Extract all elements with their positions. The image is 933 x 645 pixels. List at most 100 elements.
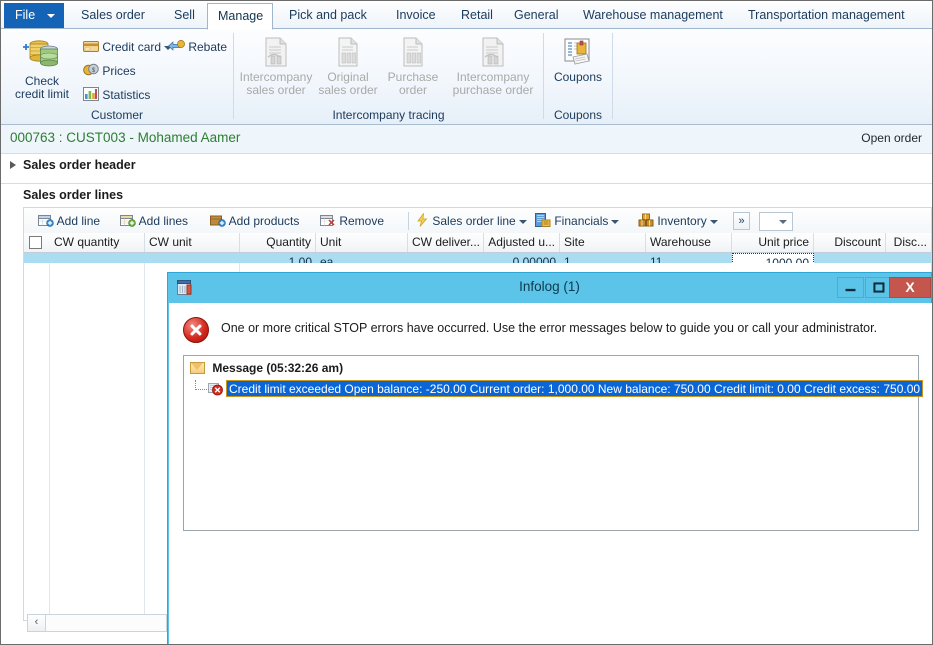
sales-order-header-section[interactable]: Sales order header xyxy=(1,153,932,177)
coupons-button[interactable]: Coupons xyxy=(546,35,610,84)
purchase-order-line2: order xyxy=(398,83,427,97)
grid-header-disc-pct[interactable]: Disc... xyxy=(886,233,931,252)
inventory-menu[interactable]: Inventory xyxy=(638,211,718,231)
tab-general[interactable]: General xyxy=(504,3,568,29)
tab-pick-and-pack[interactable]: Pick and pack xyxy=(279,3,377,29)
envelope-icon xyxy=(190,362,205,374)
tab-sales-order-label: Sales order xyxy=(81,8,145,22)
tab-warehouse-management[interactable]: Warehouse management xyxy=(573,3,733,29)
statistics-button[interactable]: Statistics xyxy=(83,85,150,105)
scroll-left-icon[interactable]: ‹ xyxy=(28,615,46,631)
sales-order-line-menu[interactable]: Sales order line xyxy=(416,211,527,231)
check-credit-limit-line2: credit limit xyxy=(14,87,69,101)
intercompany-sales-order-button[interactable]: Intercompany sales order xyxy=(238,35,314,97)
tab-invoice-label: Invoice xyxy=(396,8,436,22)
original-sales-order-button[interactable]: Original sales order xyxy=(317,35,379,97)
infolog-titlebar[interactable]: Infolog (1) X xyxy=(168,273,931,303)
close-button[interactable]: X xyxy=(889,277,931,298)
grid-header-cw-quantity[interactable]: CW quantity xyxy=(50,233,145,252)
prices-label: Prices xyxy=(102,64,136,78)
intercompany-purchase-order-line2: purchase order xyxy=(452,83,534,97)
status-badge: Open order xyxy=(861,131,922,145)
stop-error-icon xyxy=(208,383,223,396)
grid-column-divider xyxy=(49,263,50,620)
tab-sell[interactable]: Sell xyxy=(164,3,205,29)
toolbar-overflow-button[interactable]: » xyxy=(733,212,750,230)
tree-connector xyxy=(195,380,209,390)
grid-header-quantity[interactable]: Quantity xyxy=(240,233,316,252)
remove-button[interactable]: Remove xyxy=(320,211,384,231)
intercompany-purchase-order-button[interactable]: Intercompany purchase order xyxy=(447,35,539,97)
credit-card-button[interactable]: Credit card xyxy=(83,37,173,57)
maximize-button[interactable] xyxy=(865,277,892,298)
select-all-checkbox[interactable] xyxy=(29,236,42,249)
minimize-icon xyxy=(845,288,856,292)
prices-button[interactable]: $ Prices xyxy=(83,61,136,81)
grid-header-unit[interactable]: Unit xyxy=(316,233,408,252)
coupons-icon xyxy=(564,38,590,65)
grid-header-cw-delivered[interactable]: CW deliver... xyxy=(408,233,484,252)
rebate-icon xyxy=(167,40,185,51)
tab-sales-order[interactable]: Sales order xyxy=(71,3,155,29)
coins-database-icon xyxy=(23,40,58,67)
original-sales-order-line2: sales order xyxy=(318,83,378,97)
add-line-icon xyxy=(38,215,54,227)
add-line-button[interactable]: Add line xyxy=(38,211,100,231)
minimize-button[interactable] xyxy=(837,277,864,298)
tab-pick-and-pack-label: Pick and pack xyxy=(289,8,367,22)
sales-order-header-label: Sales order header xyxy=(23,158,136,172)
lightning-icon xyxy=(417,212,428,227)
credit-card-label: Credit card xyxy=(102,40,162,54)
tree-root-node[interactable]: Message (05:32:26 am) xyxy=(190,360,343,378)
financials-menu[interactable]: Financials xyxy=(535,211,620,231)
grid-header-cw-unit[interactable]: CW unit xyxy=(145,233,240,252)
grid-header-unit-price[interactable]: Unit price xyxy=(732,233,814,252)
remove-icon xyxy=(320,215,335,226)
tab-file[interactable]: File xyxy=(4,2,64,28)
grid-header-adjusted-unit[interactable]: Adjusted u... xyxy=(484,233,560,252)
grid-header-site[interactable]: Site xyxy=(560,233,646,252)
sales-order-lines-section[interactable]: Sales order lines xyxy=(1,183,932,207)
rebate-button[interactable]: Rebate xyxy=(167,37,227,57)
grid-header-warehouse[interactable]: Warehouse xyxy=(646,233,732,252)
error-banner-text: One or more critical STOP errors have oc… xyxy=(221,321,878,335)
grid-column-divider xyxy=(144,263,145,620)
infolog-title: Infolog (1) xyxy=(519,279,580,294)
add-products-button[interactable]: Add products xyxy=(210,211,299,231)
chevron-down-icon xyxy=(611,219,620,224)
tab-invoice[interactable]: Invoice xyxy=(386,3,446,29)
ribbon-group-coupons-title: Coupons xyxy=(553,108,603,122)
chevron-down-icon xyxy=(779,220,787,224)
maximize-icon xyxy=(873,282,885,293)
sales-order-lines-label: Sales order lines xyxy=(23,188,124,202)
message-tree-pane[interactable]: Message (05:32:26 am) Credit limit excee… xyxy=(183,355,924,531)
tree-child-node[interactable]: Credit limit exceeded Open balance: -250… xyxy=(195,380,924,397)
add-lines-icon xyxy=(120,215,136,227)
tab-retail[interactable]: Retail xyxy=(451,3,503,29)
application-window: File Sales order Sell Manage Pick and pa… xyxy=(0,0,933,645)
tree-root-label: Message (05:32:26 am) xyxy=(212,361,344,375)
purchase-order-button[interactable]: Purchase order xyxy=(382,35,444,97)
chevron-down-icon xyxy=(518,219,527,224)
sales-order-lines-grid: CW quantity CW unit Quantity Unit CW del… xyxy=(23,233,932,272)
selected-message-row[interactable]: Credit limit exceeded Open balance: -250… xyxy=(226,380,924,397)
grid-header-discount[interactable]: Discount xyxy=(814,233,886,252)
document-icon xyxy=(338,37,358,67)
close-icon: X xyxy=(905,279,915,295)
tab-transportation-management[interactable]: Transportation management xyxy=(738,3,915,29)
document-icon xyxy=(403,37,423,67)
tab-warehouse-management-label: Warehouse management xyxy=(583,8,723,22)
tab-retail-label: Retail xyxy=(461,8,493,22)
infolog-body: One or more critical STOP errors have oc… xyxy=(169,303,932,644)
grid-header-row: CW quantity CW unit Quantity Unit CW del… xyxy=(24,233,931,253)
add-lines-button[interactable]: Add lines xyxy=(120,211,188,231)
grid-horizontal-scrollbar[interactable]: ‹ xyxy=(27,614,167,632)
check-credit-limit-button[interactable]: Check credit limit xyxy=(7,35,77,101)
ribbon-body: Check credit limit Credit card $ Prices xyxy=(1,29,932,125)
toolbar-view-dropdown[interactable] xyxy=(759,212,793,231)
tab-manage[interactable]: Manage xyxy=(207,3,273,30)
tab-manage-label: Manage xyxy=(218,9,264,23)
document-transfer-icon xyxy=(265,37,287,67)
ribbon-group-customer: Check credit limit Credit card $ Prices xyxy=(1,29,233,124)
ribbon-separator-3 xyxy=(612,33,613,119)
